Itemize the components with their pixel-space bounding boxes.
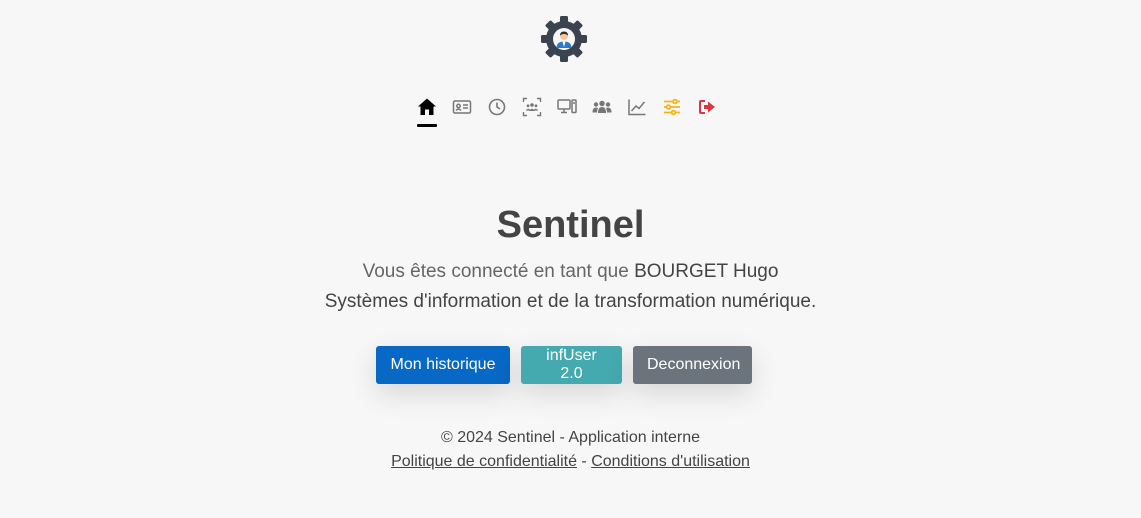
nav-home[interactable]: [416, 96, 438, 127]
copyright-text: © 2024 Sentinel - Application interne: [440, 429, 701, 446]
id-card-icon: [452, 97, 472, 117]
nav-history[interactable]: [486, 96, 508, 118]
users-scan-icon: [522, 97, 542, 117]
nav-devices[interactable]: [556, 96, 578, 118]
connected-prefix: Vous êtes connecté en tant que: [362, 261, 629, 282]
terms-link[interactable]: Conditions d'utilisation: [591, 453, 750, 470]
line-chart-icon: [627, 97, 647, 117]
nav-profile-card[interactable]: [451, 96, 473, 118]
sliders-icon: [662, 97, 682, 117]
logout-icon: [697, 97, 717, 117]
action-buttons: Mon historique infUser 2.0 Deconnexion: [376, 346, 752, 384]
nav-stats[interactable]: [626, 96, 648, 118]
users-group-icon: [592, 97, 612, 117]
history-button[interactable]: Mon historique: [376, 346, 510, 384]
desktop-icon: [557, 97, 577, 117]
home-icon: [417, 97, 437, 117]
footer-links: Politique de confidentialité - Condition…: [0, 450, 1141, 474]
nav-scan-users[interactable]: [521, 96, 543, 118]
main-nav: [416, 96, 718, 130]
footer: © 2024 Sentinel - Application interne Po…: [0, 426, 1141, 474]
user-name: BOURGET Hugo: [634, 261, 779, 282]
nav-logout[interactable]: [696, 96, 718, 118]
clock-icon: [487, 97, 507, 117]
nav-groups[interactable]: [591, 96, 613, 118]
privacy-link[interactable]: Politique de confidentialité: [391, 453, 577, 470]
department-text: Systèmes d'information et de la transfor…: [324, 291, 817, 312]
connected-as-text: Vous êtes connecté en tant que BOURGET H…: [0, 261, 1141, 283]
footer-separator: -: [576, 453, 592, 470]
gear-person-logo-icon: [539, 14, 589, 64]
page-title: Sentinel: [496, 204, 645, 246]
infuser-button[interactable]: infUser 2.0: [521, 346, 622, 384]
nav-settings[interactable]: [661, 96, 683, 118]
logout-button[interactable]: Deconnexion: [633, 346, 752, 384]
